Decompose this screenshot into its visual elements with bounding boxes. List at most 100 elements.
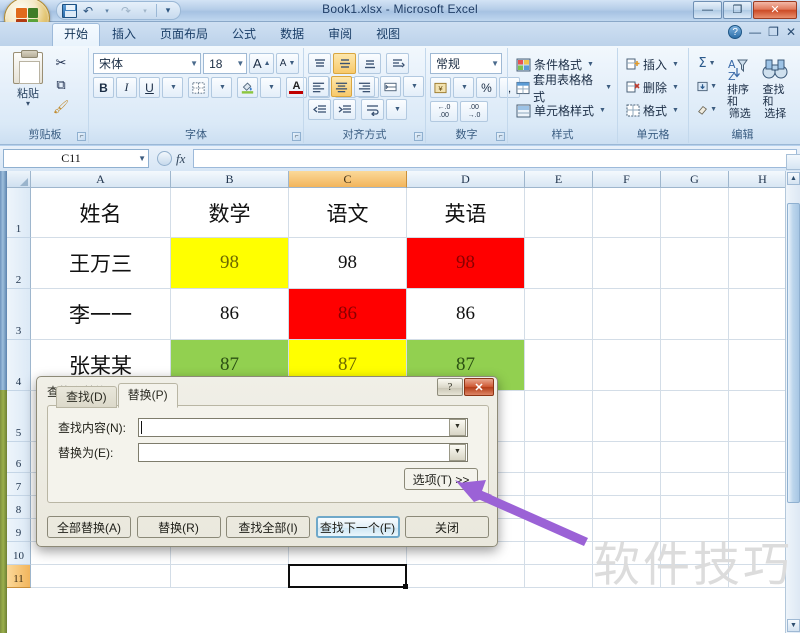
paintbrush-icon[interactable]: 🖌: [50, 97, 72, 117]
grid-cell[interactable]: [661, 442, 729, 473]
text-orientation-icon[interactable]: [386, 53, 409, 74]
format-as-table-button[interactable]: 套用表格格式 ▼: [512, 73, 616, 104]
active-cell-selection[interactable]: [288, 564, 408, 589]
data-cell[interactable]: 86: [407, 289, 525, 340]
grid-cell[interactable]: [593, 391, 661, 442]
grid-cell[interactable]: [593, 496, 661, 519]
borders-dropdown-icon[interactable]: ▼: [211, 77, 232, 98]
column-header-c[interactable]: C: [289, 171, 407, 188]
dialog-close-button[interactable]: ✕: [464, 378, 494, 396]
doc-minimize-icon[interactable]: —: [749, 26, 761, 38]
data-cell[interactable]: 李一一: [31, 289, 171, 340]
grid-cell[interactable]: [525, 519, 593, 542]
row-header-7[interactable]: 7: [7, 473, 31, 496]
grid-cell[interactable]: [31, 565, 171, 588]
wrap-dropdown-icon[interactable]: ▼: [386, 99, 407, 120]
insert-function-icon[interactable]: fx: [176, 151, 185, 167]
font-name-combo[interactable]: 宋体 ▼: [93, 53, 202, 74]
fill-color-icon[interactable]: [237, 77, 258, 98]
row-header-3[interactable]: 3: [7, 289, 31, 340]
align-left-icon[interactable]: [308, 76, 329, 97]
undo-dropdown-icon[interactable]: ▾: [99, 3, 115, 18]
grid-cell[interactable]: [661, 188, 729, 238]
split-box[interactable]: [786, 154, 800, 170]
save-icon[interactable]: [61, 3, 77, 18]
scroll-up-icon[interactable]: ▲: [787, 172, 800, 185]
font-size-combo[interactable]: 18 ▼: [203, 53, 248, 74]
undo-icon[interactable]: ↶: [80, 3, 96, 18]
find-what-dropdown-icon[interactable]: ▼: [449, 419, 466, 436]
grid-cell[interactable]: [525, 289, 593, 340]
row-header-10[interactable]: 10: [7, 542, 31, 565]
column-header-d[interactable]: D: [407, 171, 525, 188]
chevron-down-icon[interactable]: ▾: [26, 100, 30, 108]
grid-cell[interactable]: [593, 473, 661, 496]
decrease-decimal-icon[interactable]: .00 →.0: [460, 101, 488, 122]
tab-formulas[interactable]: 公式: [220, 23, 268, 46]
grid-cell[interactable]: [525, 473, 593, 496]
grid-cell[interactable]: [593, 340, 661, 391]
grid-cell[interactable]: [593, 188, 661, 238]
close-dialog-button[interactable]: 关闭: [405, 516, 489, 538]
grid-cell[interactable]: [661, 340, 729, 391]
data-cell[interactable]: 98: [171, 238, 289, 289]
help-icon[interactable]: ?: [728, 25, 743, 39]
grid-cell[interactable]: [661, 496, 729, 519]
doc-restore-icon[interactable]: ❐: [768, 26, 779, 38]
row-header-11[interactable]: 11: [7, 565, 31, 588]
find-all-button[interactable]: 查找全部(I): [226, 516, 310, 538]
data-cell[interactable]: 语文: [289, 188, 407, 238]
tab-page-layout[interactable]: 页面布局: [148, 23, 220, 46]
align-center-icon[interactable]: [331, 76, 352, 97]
sort-filter-button[interactable]: A Z 排序和 筛选: [723, 53, 757, 127]
tab-view[interactable]: 视图: [364, 23, 412, 46]
accounting-dropdown-icon[interactable]: ▼: [453, 77, 474, 98]
tab-data[interactable]: 数据: [268, 23, 316, 46]
number-dialog-launcher[interactable]: ⌐: [496, 132, 505, 141]
tab-home[interactable]: 开始: [52, 23, 101, 46]
grid-cell[interactable]: [525, 340, 593, 391]
grid-cell[interactable]: [525, 496, 593, 519]
data-cell[interactable]: 姓名: [31, 188, 171, 238]
grid-cell[interactable]: [661, 238, 729, 289]
clipboard-dialog-launcher[interactable]: ⌐: [77, 132, 86, 141]
row-header-9[interactable]: 9: [7, 519, 31, 542]
select-all-corner[interactable]: [7, 171, 31, 188]
replace-with-dropdown-icon[interactable]: ▼: [449, 444, 466, 461]
bold-button[interactable]: B: [93, 77, 114, 98]
top-align-icon[interactable]: [308, 53, 331, 74]
align-right-icon[interactable]: [354, 76, 375, 97]
format-cells-button[interactable]: 格式 ▼: [622, 100, 688, 121]
row-header-2[interactable]: 2: [7, 238, 31, 289]
grid-cell[interactable]: [525, 565, 593, 588]
delete-cells-button[interactable]: 删除 ▼: [622, 77, 688, 98]
cell-styles-button[interactable]: 单元格样式 ▼: [512, 100, 616, 121]
tab-find[interactable]: 查找(D): [56, 386, 117, 408]
underline-button[interactable]: U: [139, 77, 160, 98]
increase-decimal-icon[interactable]: ←.0.00: [430, 101, 458, 122]
find-next-button[interactable]: 查找下一个(F): [315, 516, 400, 538]
grid-cell[interactable]: [525, 442, 593, 473]
eraser-icon[interactable]: ▼: [693, 99, 721, 120]
close-button[interactable]: ✕: [753, 1, 797, 19]
underline-dropdown-icon[interactable]: ▼: [162, 77, 183, 98]
grid-cell[interactable]: [593, 442, 661, 473]
replace-button[interactable]: 替换(R): [136, 516, 221, 538]
chevron-down-icon[interactable]: ▼: [138, 154, 146, 163]
percent-style-button[interactable]: %: [476, 77, 497, 98]
wrap-text-icon[interactable]: [361, 99, 384, 120]
sigma-icon[interactable]: Σ ▼: [693, 53, 721, 74]
scissors-icon[interactable]: ✂: [50, 53, 72, 73]
fill-color-dropdown-icon[interactable]: ▼: [260, 77, 281, 98]
data-cell[interactable]: 86: [289, 289, 407, 340]
data-cell[interactable]: 英语: [407, 188, 525, 238]
row-header-6[interactable]: 6: [7, 442, 31, 473]
data-cell[interactable]: 98: [289, 238, 407, 289]
find-select-button[interactable]: 查找和 选择: [759, 53, 793, 127]
grid-cell[interactable]: [593, 289, 661, 340]
merge-dropdown-icon[interactable]: ▼: [403, 76, 424, 97]
paste-button[interactable]: 粘贴 ▾: [6, 50, 50, 126]
shrink-font-button[interactable]: A ▼: [276, 53, 299, 74]
borders-icon[interactable]: [188, 77, 209, 98]
column-header-a[interactable]: A: [31, 171, 171, 188]
